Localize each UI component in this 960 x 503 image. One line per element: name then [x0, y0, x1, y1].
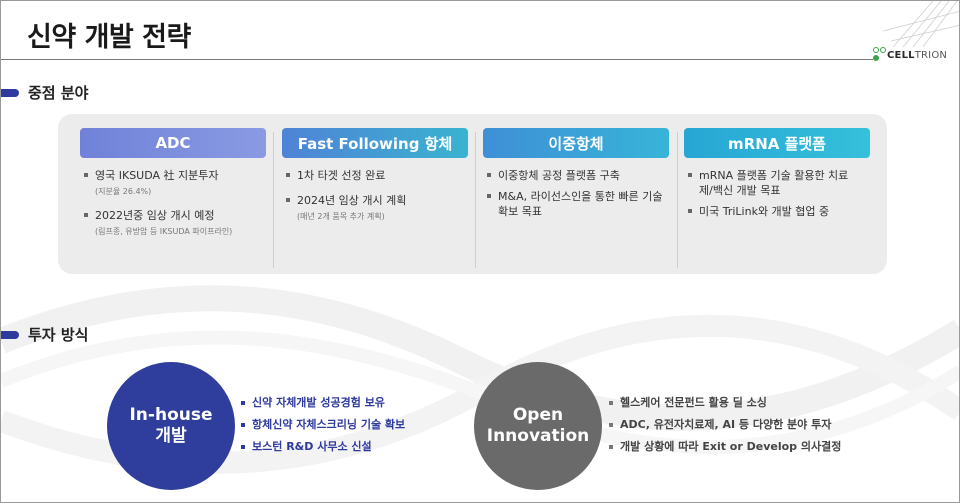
column-divider	[273, 132, 274, 268]
inhouse-bullets: 신약 자체개발 성공경험 보유 항체신약 자체스크리닝 기술 확보 보스턴 R&…	[241, 392, 405, 458]
list-item: mRNA 플랫폼 기술 활용한 치료제/백신 개발 목표	[688, 168, 858, 198]
open-innovation-bullets: 헬스케어 전문펀드 활용 딜 소싱 ADC, 유전자치료제, AI 등 다양한 …	[609, 392, 841, 458]
section-invest-label: 투자 방식	[28, 326, 89, 344]
column-divider	[677, 132, 678, 268]
section-marker	[1, 88, 19, 97]
inhouse-circle: In-house 개발	[107, 362, 235, 490]
inhouse-bullet: 신약 자체개발 성공경험 보유	[241, 392, 405, 414]
list-item-note: (림프종, 유방암 등 IKSUDA 파이프라인)	[95, 227, 233, 236]
column-mrna: mRNA 플랫폼 mRNA 플랫폼 기술 활용한 치료제/백신 개발 목표 미국…	[684, 128, 870, 219]
inhouse-bullet: 보스턴 R&D 사무소 신설	[241, 436, 405, 458]
celltrion-logo: CELLTRION	[873, 45, 959, 65]
section-invest: 투자 방식	[1, 324, 88, 345]
section-marker	[1, 330, 19, 339]
title-divider	[1, 59, 873, 60]
column-adc: ADC 영국 IKSUDA 社 지분투자 (지분율 26.4%) 2022년중 …	[80, 128, 266, 238]
open-bullet: 개발 상황에 따라 Exit or Develop 의사결정	[609, 436, 841, 458]
section-focus: 중점 분야	[1, 82, 88, 103]
page-title: 신약 개발 전략	[27, 22, 191, 53]
column-bispecific: 이중항체 이중항체 공정 플랫폼 구축 M&A, 라이선스인을 통한 빠른 기술…	[483, 128, 669, 219]
list-item: 영국 IKSUDA 社 지분투자	[84, 168, 266, 183]
list-item: M&A, 라이선스인을 통한 빠른 기술 확보 목표	[487, 189, 665, 219]
list-item: 미국 TriLink와 개발 협업 중	[688, 204, 870, 219]
list-item-note: (지분율 26.4%)	[95, 187, 152, 196]
list-item-note: (매년 2개 품목 추가 계획)	[297, 212, 385, 221]
logo-wordmark: CELLTRION	[887, 49, 948, 61]
logo-mark-icon	[873, 47, 887, 63]
open-bullet: 헬스케어 전문펀드 활용 딜 소싱	[609, 392, 841, 414]
decorative-lines	[882, 1, 959, 47]
column-fast-following: Fast Following 항체 1차 타겟 선정 완료 2024년 임상 개…	[282, 128, 468, 223]
open-bullet: ADC, 유전자치료제, AI 등 다양한 분야 투자	[609, 414, 841, 436]
column-divider	[475, 132, 476, 268]
list-item: 이중항체 공정 플랫폼 구축	[487, 168, 669, 183]
list-item: 1차 타겟 선정 완료	[286, 168, 468, 183]
section-focus-label: 중점 분야	[28, 84, 89, 102]
column-header: 이중항체	[483, 128, 669, 158]
inhouse-bullet: 항체신약 자체스크리닝 기술 확보	[241, 414, 405, 436]
list-item: 2022년중 임상 개시 예정	[84, 208, 266, 223]
open-innovation-circle: Open Innovation	[474, 362, 602, 490]
column-header: ADC	[80, 128, 266, 158]
focus-panel: ADC 영국 IKSUDA 社 지분투자 (지분율 26.4%) 2022년중 …	[58, 114, 887, 274]
column-header: Fast Following 항체	[282, 128, 468, 158]
slide: 신약 개발 전략 CELLTRION 중점 분야 ADC 영국 IKSUDA 社…	[0, 0, 960, 503]
list-item: 2024년 임상 개시 계획	[286, 193, 468, 208]
column-header: mRNA 플랫폼	[684, 128, 870, 158]
